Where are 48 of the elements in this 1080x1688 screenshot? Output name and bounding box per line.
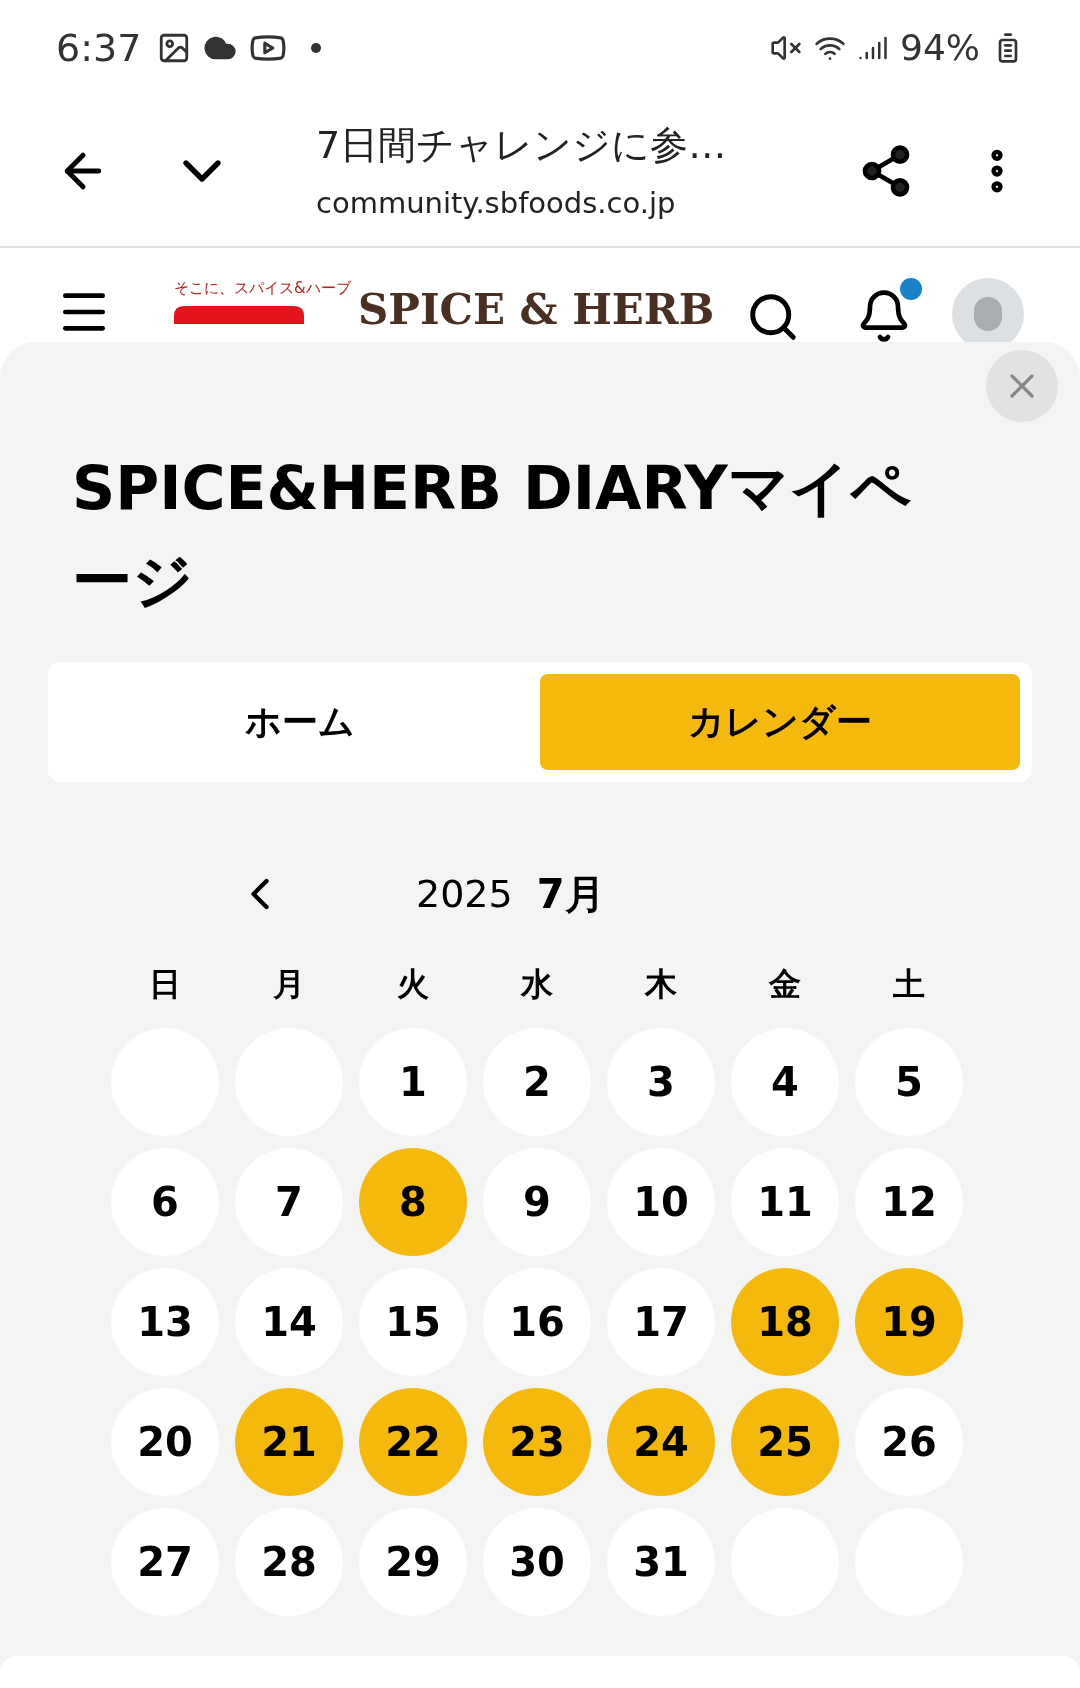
- calendar-day[interactable]: 8: [359, 1148, 467, 1256]
- logo-title: SPICE & HERB: [358, 284, 715, 336]
- status-time: 6:37: [56, 24, 142, 72]
- calendar-day[interactable]: 22: [359, 1388, 467, 1496]
- calendar-day[interactable]: 30: [483, 1508, 591, 1616]
- page-title: 7日間チャレンジに参…: [316, 121, 728, 169]
- logo-tagline: そこに、スパイス&ハーブ: [174, 278, 351, 298]
- weekday-label: 木: [643, 964, 678, 1005]
- calendar-day[interactable]: 7: [235, 1148, 343, 1256]
- calendar-day[interactable]: 29: [359, 1508, 467, 1616]
- calendar-day[interactable]: 12: [855, 1148, 963, 1256]
- calendar-day[interactable]: 1: [359, 1028, 467, 1136]
- calendar-day[interactable]: 13: [111, 1268, 219, 1376]
- weekday-label: 日: [148, 964, 182, 1005]
- calendar-day[interactable]: 2: [483, 1028, 591, 1136]
- weekday-label: 月: [272, 964, 306, 1005]
- calendar-day[interactable]: 6: [111, 1148, 219, 1256]
- calendar-day[interactable]: 27: [111, 1508, 219, 1616]
- calendar-day[interactable]: 10: [607, 1148, 715, 1256]
- calendar-day[interactable]: 28: [235, 1508, 343, 1616]
- calendar-day[interactable]: 18: [731, 1268, 839, 1376]
- calendar-day[interactable]: 5: [855, 1028, 963, 1136]
- page-url: community.sbfoods.co.jp: [316, 184, 677, 222]
- battery-level: 94%: [900, 26, 980, 70]
- weekday-label: 金: [767, 964, 802, 1005]
- calendar-day[interactable]: 14: [235, 1268, 343, 1376]
- tab[interactable]: カレンダー: [540, 674, 1020, 770]
- calendar-day[interactable]: 21: [235, 1388, 343, 1496]
- calendar-day[interactable]: 9: [483, 1148, 591, 1256]
- calendar-day[interactable]: 4: [731, 1028, 839, 1136]
- calendar-day[interactable]: 11: [731, 1148, 839, 1256]
- calendar-month: 7月: [536, 870, 605, 919]
- calendar-day[interactable]: 24: [607, 1388, 715, 1496]
- calendar-day[interactable]: 31: [607, 1508, 715, 1616]
- calendar-year: 2025: [416, 870, 513, 918]
- calendar-day[interactable]: 26: [855, 1388, 963, 1496]
- calendar-day[interactable]: 25: [731, 1388, 839, 1496]
- weekday-label: 火: [396, 964, 430, 1005]
- calendar-day[interactable]: 15: [359, 1268, 467, 1376]
- calendar-day[interactable]: 19: [855, 1268, 963, 1376]
- calendar-day[interactable]: 17: [607, 1268, 715, 1376]
- calendar-day[interactable]: 16: [483, 1268, 591, 1376]
- calendar-day[interactable]: 20: [111, 1388, 219, 1496]
- calendar-day[interactable]: 23: [483, 1388, 591, 1496]
- calendar-day[interactable]: 3: [607, 1028, 715, 1136]
- weekday-label: 土: [892, 964, 926, 1005]
- sheet-title: SPICE&HERB DIARYマイページ: [71, 452, 912, 617]
- weekday-label: 水: [519, 964, 554, 1005]
